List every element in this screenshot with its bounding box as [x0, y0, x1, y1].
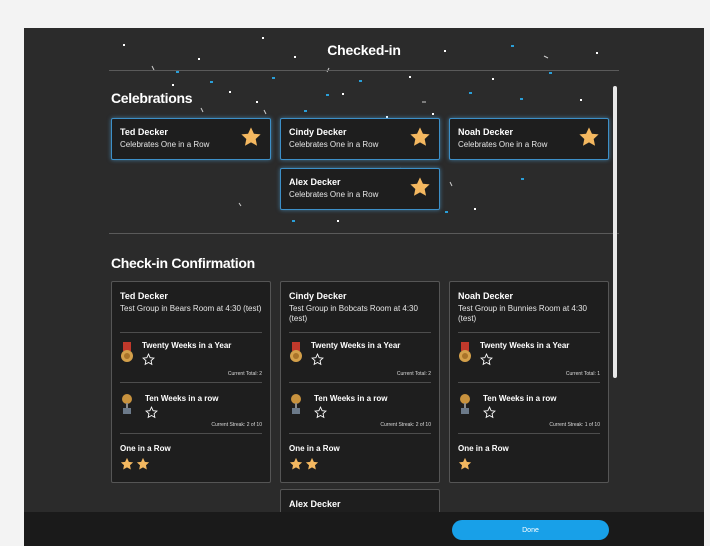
star-outline-icon: [311, 353, 324, 366]
divider: [289, 332, 431, 333]
star-icon: [305, 457, 319, 470]
celebration-card: Cindy Decker Celebrates One in a Row: [280, 118, 440, 160]
star-icon: [579, 127, 599, 146]
divider: [120, 332, 262, 333]
star-outline-icon: [480, 353, 493, 366]
divider: [120, 433, 262, 434]
divider: [458, 332, 600, 333]
achievement-stat: Current Streak: 1 of 10: [549, 422, 600, 428]
group-info: Test Group in Bobcats Room at 4:30 (test…: [289, 304, 418, 323]
star-outline-icon: [145, 406, 158, 419]
achievement-stat: Current Streak: 2 of 10: [211, 422, 262, 428]
celebration-text: Celebrates One in a Row: [289, 140, 379, 149]
confirmation-heading: Check-in Confirmation: [111, 255, 255, 271]
scrollbar[interactable]: [613, 86, 617, 378]
celebration-name: Noah Decker: [458, 127, 514, 137]
child-name: Alex Decker: [289, 499, 341, 509]
achievement-stat: Current Total: 2: [227, 371, 262, 377]
trophy-icon: [291, 394, 301, 414]
celebration-name: Ted Decker: [120, 127, 168, 137]
trophy-icon: [460, 394, 470, 414]
confirmation-card: Ted Decker Test Group in Bears Room at 4…: [111, 281, 271, 483]
confirmation-card: Noah Decker Test Group in Bunnies Room a…: [449, 281, 609, 483]
streak-title: One in a Row: [120, 444, 171, 453]
divider: [289, 433, 431, 434]
child-name: Cindy Decker: [289, 291, 347, 301]
celebration-text: Celebrates One in a Row: [120, 140, 210, 149]
celebration-card: Alex Decker Celebrates One in a Row: [280, 168, 440, 210]
child-name: Ted Decker: [120, 291, 168, 301]
streak-title: One in a Row: [458, 444, 509, 453]
star-icon: [410, 127, 430, 146]
celebrations-heading: Celebrations: [111, 90, 193, 106]
achievement-stat: Current Total: 1: [565, 371, 600, 377]
achievement-title: Twenty Weeks in a Year: [142, 341, 232, 350]
celebration-name: Alex Decker: [289, 177, 341, 187]
achievement-title: Twenty Weeks in a Year: [311, 341, 401, 350]
star-icon: [120, 457, 134, 470]
star-icon: [136, 457, 150, 470]
celebration-name: Cindy Decker: [289, 127, 347, 137]
page-title: Checked-in: [327, 42, 401, 58]
group-info: Test Group in Bears Room at 4:30 (test): [120, 304, 262, 313]
divider: [109, 233, 619, 234]
celebration-card: Noah Decker Celebrates One in a Row: [449, 118, 609, 160]
star-outline-icon: [142, 353, 155, 366]
star-outline-icon: [314, 406, 327, 419]
medal-icon: [459, 342, 471, 362]
achievement-title: Ten Weeks in a row: [314, 394, 388, 403]
star-icon: [458, 457, 472, 470]
achievement-stat: Current Streak: 2 of 10: [380, 422, 431, 428]
checkin-screen: Checked-in Celebrations Ted Decker Celeb…: [24, 28, 704, 546]
achievement-title: Ten Weeks in a row: [145, 394, 219, 403]
star-icon: [410, 177, 430, 196]
divider: [120, 382, 262, 383]
footer-bar: Done: [24, 512, 704, 546]
divider: [458, 433, 600, 434]
divider: [289, 382, 431, 383]
medal-icon: [121, 342, 133, 362]
streak-title: One in a Row: [289, 444, 340, 453]
trophy-icon: [122, 394, 132, 414]
celebration-text: Celebrates One in a Row: [458, 140, 548, 149]
divider: [109, 70, 619, 71]
divider: [458, 382, 600, 383]
star-icon: [289, 457, 303, 470]
star-icon: [241, 127, 261, 146]
group-info: Test Group in Bunnies Room at 4:30 (test…: [458, 304, 587, 323]
confirmation-card: Cindy Decker Test Group in Bobcats Room …: [280, 281, 440, 483]
child-name: Noah Decker: [458, 291, 514, 301]
achievement-title: Ten Weeks in a row: [483, 394, 557, 403]
star-outline-icon: [483, 406, 496, 419]
celebration-text: Celebrates One in a Row: [289, 190, 379, 199]
medal-icon: [290, 342, 302, 362]
done-button[interactable]: Done: [452, 520, 609, 540]
achievement-title: Twenty Weeks in a Year: [480, 341, 570, 350]
celebration-card: Ted Decker Celebrates One in a Row: [111, 118, 271, 160]
achievement-stat: Current Total: 2: [396, 371, 431, 377]
